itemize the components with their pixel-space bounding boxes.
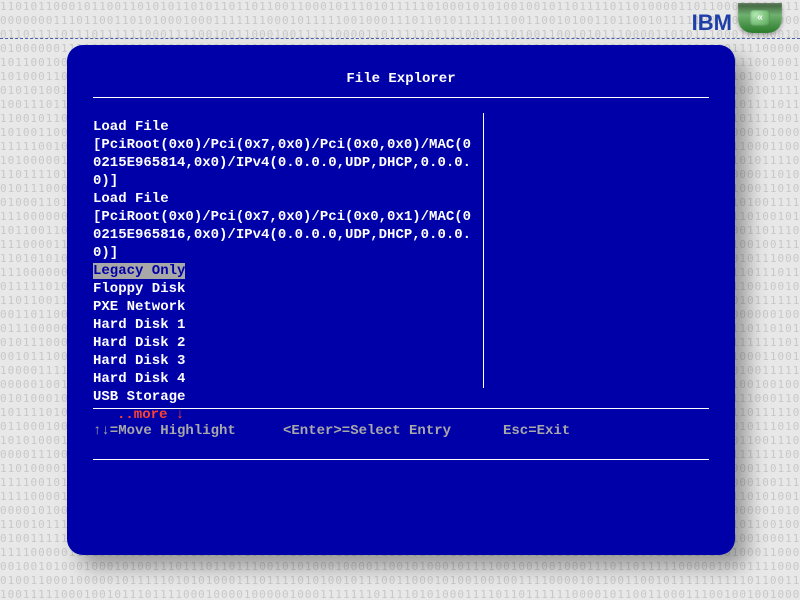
help-exit: Esc=Exit <box>503 423 709 439</box>
menu-item-hard-disk-4[interactable]: Hard Disk 4 <box>93 370 473 388</box>
ibm-logo: IBM <box>692 10 732 36</box>
menu-list[interactable]: Load File [PciRoot(0x0)/Pci(0x7,0x0)/Pci… <box>93 118 483 408</box>
menu-item-pxe-network[interactable]: PXE Network <box>93 298 473 316</box>
more-indicator[interactable]: ..more ↓ <box>93 406 473 424</box>
help-select-entry: <Enter>=Select Entry <box>283 423 503 439</box>
rewind-icon: « <box>750 10 770 26</box>
menu-item-floppy-disk[interactable]: Floppy Disk <box>93 280 473 298</box>
menu-item-legacy-only[interactable]: Legacy Only <box>93 262 473 280</box>
menu-item-usb-storage[interactable]: USB Storage <box>93 388 473 406</box>
menu-item-load-file-2[interactable]: Load File [PciRoot(0x0)/Pci(0x7,0x0)/Pci… <box>93 190 473 262</box>
footer-divider-bottom <box>93 459 709 460</box>
header-divider <box>0 38 800 39</box>
logo-area: IBM « <box>692 10 782 36</box>
help-move-highlight: ↑↓=Move Highlight <box>93 423 283 439</box>
menu-item-hard-disk-2[interactable]: Hard Disk 2 <box>93 334 473 352</box>
detail-column <box>484 118 709 408</box>
menu-item-hard-disk-3[interactable]: Hard Disk 3 <box>93 352 473 370</box>
menu-item-hard-disk-1[interactable]: Hard Disk 1 <box>93 316 473 334</box>
bios-window: File Explorer Load File [PciRoot(0x0)/Pc… <box>67 45 735 555</box>
power-button[interactable]: « <box>738 3 782 33</box>
menu-item-load-file-1[interactable]: Load File [PciRoot(0x0)/Pci(0x7,0x0)/Pci… <box>93 118 473 190</box>
window-title: File Explorer <box>93 63 709 97</box>
content-area: Load File [PciRoot(0x0)/Pci(0x7,0x0)/Pci… <box>93 98 709 408</box>
